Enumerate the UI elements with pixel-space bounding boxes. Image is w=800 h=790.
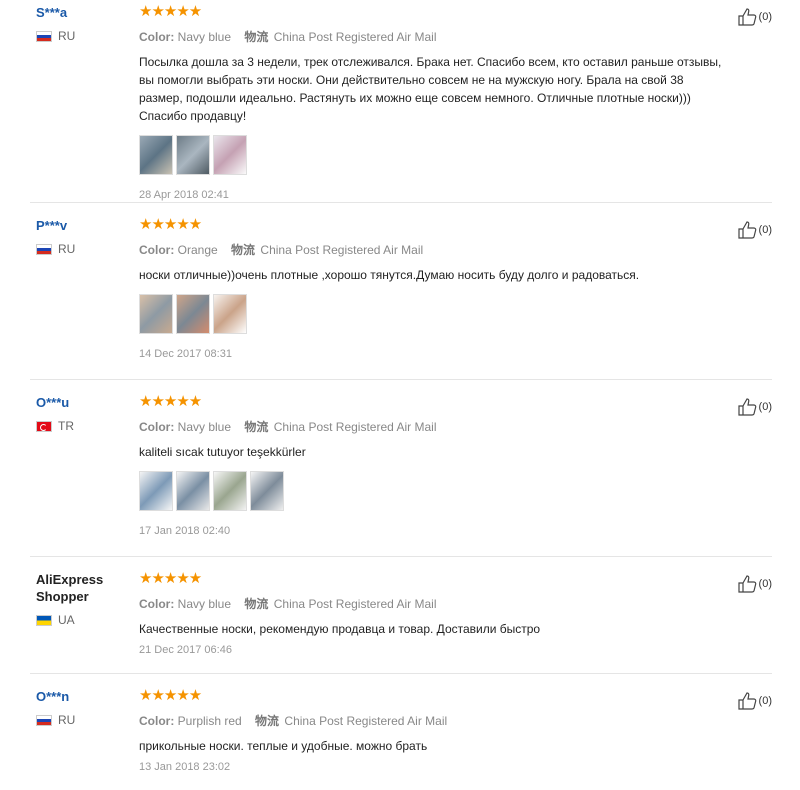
logistics-label: 物流 (231, 243, 256, 257)
shipping-method: China Post Registered Air Mail (273, 597, 437, 611)
thumbs-up-icon (737, 8, 756, 26)
order-info: Color: Navy blue 物流 China Post Registere… (139, 595, 729, 612)
review-item: S***a RU ★★★★★ Color: Navy blue 物流 China… (30, 4, 772, 203)
reviewer-country: RU (36, 713, 132, 727)
reviewer-name[interactable]: S***a (36, 4, 132, 21)
star-rating: ★★★★★ (139, 687, 202, 704)
review-item: AliExpress Shopper UA ★★★★★ Color: Navy … (30, 571, 772, 674)
country-code: UA (58, 613, 75, 627)
reviewer-country: RU (36, 242, 132, 256)
review-text: прикольные носки. теплые и удобные. можн… (139, 739, 428, 753)
review-photo-thumbnail[interactable] (139, 294, 173, 334)
color-label: Color: (139, 420, 175, 434)
russia-flag-icon (36, 714, 52, 726)
review-text: носки отличные))очень плотные ,хорошо тя… (139, 268, 640, 282)
color-value: Navy blue (177, 420, 232, 434)
logistics-label: 物流 (255, 714, 280, 728)
reviewer-name[interactable]: O***n (36, 688, 132, 705)
shipping-method: China Post Registered Air Mail (284, 714, 448, 728)
review-date: 13 Jan 2018 23:02 (139, 761, 231, 773)
logistics-label: 物流 (244, 420, 269, 434)
review-photo-thumbnail[interactable] (213, 471, 247, 511)
helpful-button[interactable]: (0) (737, 221, 772, 239)
shipping-method: China Post Registered Air Mail (260, 243, 424, 257)
like-count: (0) (758, 578, 772, 590)
review-photo-thumbnail[interactable] (176, 135, 210, 175)
order-info: Color: Navy blue 物流 China Post Registere… (139, 28, 729, 45)
shipping-method: China Post Registered Air Mail (273, 420, 437, 434)
color-value: Navy blue (177, 30, 232, 44)
review-photo-thumbnail[interactable] (250, 471, 284, 511)
country-code: RU (58, 242, 76, 256)
review-photo-thumbnail[interactable] (213, 294, 247, 334)
reviewer-info: AliExpress Shopper UA (36, 571, 132, 627)
review-item: P***v RU ★★★★★ Color: Orange 物流 China Po… (30, 217, 772, 380)
country-code: RU (58, 29, 76, 43)
review-text: Качественные носки, рекомендую продавца … (139, 622, 541, 636)
review-photos (139, 294, 729, 334)
review-item: O***n RU ★★★★★ Color: Purplish red 物流 Ch… (30, 688, 772, 788)
logistics-label: 物流 (244, 597, 269, 611)
color-value: Orange (177, 243, 218, 257)
thumbs-up-icon (737, 398, 756, 416)
russia-flag-icon (36, 30, 52, 42)
color-label: Color: (139, 714, 175, 728)
order-info: Color: Purplish red 物流 China Post Regist… (139, 712, 729, 729)
reviewer-info: O***n RU (36, 688, 132, 727)
thumbs-up-icon (737, 692, 756, 710)
review-photos (139, 471, 729, 511)
review-photo-thumbnail[interactable] (139, 135, 173, 175)
helpful-button[interactable]: (0) (737, 575, 772, 593)
review-photo-thumbnail[interactable] (176, 294, 210, 334)
review-photo-thumbnail[interactable] (176, 471, 210, 511)
review-text: kaliteli sıcak tutuyor teşekkürler (139, 445, 306, 459)
review-date: 28 Apr 2018 02:41 (139, 189, 229, 201)
order-info: Color: Navy blue 物流 China Post Registere… (139, 418, 729, 435)
review-item: O***u TR ★★★★★ Color: Navy blue 物流 China… (30, 394, 772, 557)
reviewer-info: O***u TR (36, 394, 132, 433)
order-info: Color: Orange 物流 China Post Registered A… (139, 241, 729, 258)
like-count: (0) (758, 224, 772, 236)
helpful-button[interactable]: (0) (737, 398, 772, 416)
reviewer-info: P***v RU (36, 217, 132, 256)
helpful-button[interactable]: (0) (737, 692, 772, 710)
reviewer-country: TR (36, 419, 132, 433)
like-count: (0) (758, 401, 772, 413)
review-text: Посылка дошла за 3 недели, трек отслежив… (139, 55, 722, 123)
star-rating: ★★★★★ (139, 393, 202, 410)
star-rating: ★★★★★ (139, 3, 202, 20)
star-rating: ★★★★★ (139, 570, 202, 587)
review-date: 17 Jan 2018 02:40 (139, 525, 231, 537)
star-rating: ★★★★★ (139, 216, 202, 233)
thumbs-up-icon (737, 575, 756, 593)
color-label: Color: (139, 243, 175, 257)
color-value: Purplish red (177, 714, 242, 728)
color-value: Navy blue (177, 597, 232, 611)
review-date: 14 Dec 2017 08:31 (139, 348, 232, 360)
review-photo-thumbnail[interactable] (139, 471, 173, 511)
shipping-method: China Post Registered Air Mail (273, 30, 437, 44)
helpful-button[interactable]: (0) (737, 8, 772, 26)
russia-flag-icon (36, 243, 52, 255)
review-photo-thumbnail[interactable] (213, 135, 247, 175)
reviewer-name[interactable]: AliExpress Shopper (36, 571, 132, 605)
reviewer-country: UA (36, 613, 132, 627)
ukraine-flag-icon (36, 614, 52, 626)
like-count: (0) (758, 695, 772, 707)
thumbs-up-icon (737, 221, 756, 239)
country-code: TR (58, 419, 74, 433)
country-code: RU (58, 713, 76, 727)
turkey-flag-icon (36, 420, 52, 432)
reviewer-country: RU (36, 29, 132, 43)
reviewer-name[interactable]: O***u (36, 394, 132, 411)
logistics-label: 物流 (244, 30, 269, 44)
reviewer-info: S***a RU (36, 4, 132, 43)
review-photos (139, 135, 729, 175)
color-label: Color: (139, 30, 175, 44)
color-label: Color: (139, 597, 175, 611)
review-date: 21 Dec 2017 06:46 (139, 644, 232, 656)
reviewer-name[interactable]: P***v (36, 217, 132, 234)
like-count: (0) (758, 11, 772, 23)
